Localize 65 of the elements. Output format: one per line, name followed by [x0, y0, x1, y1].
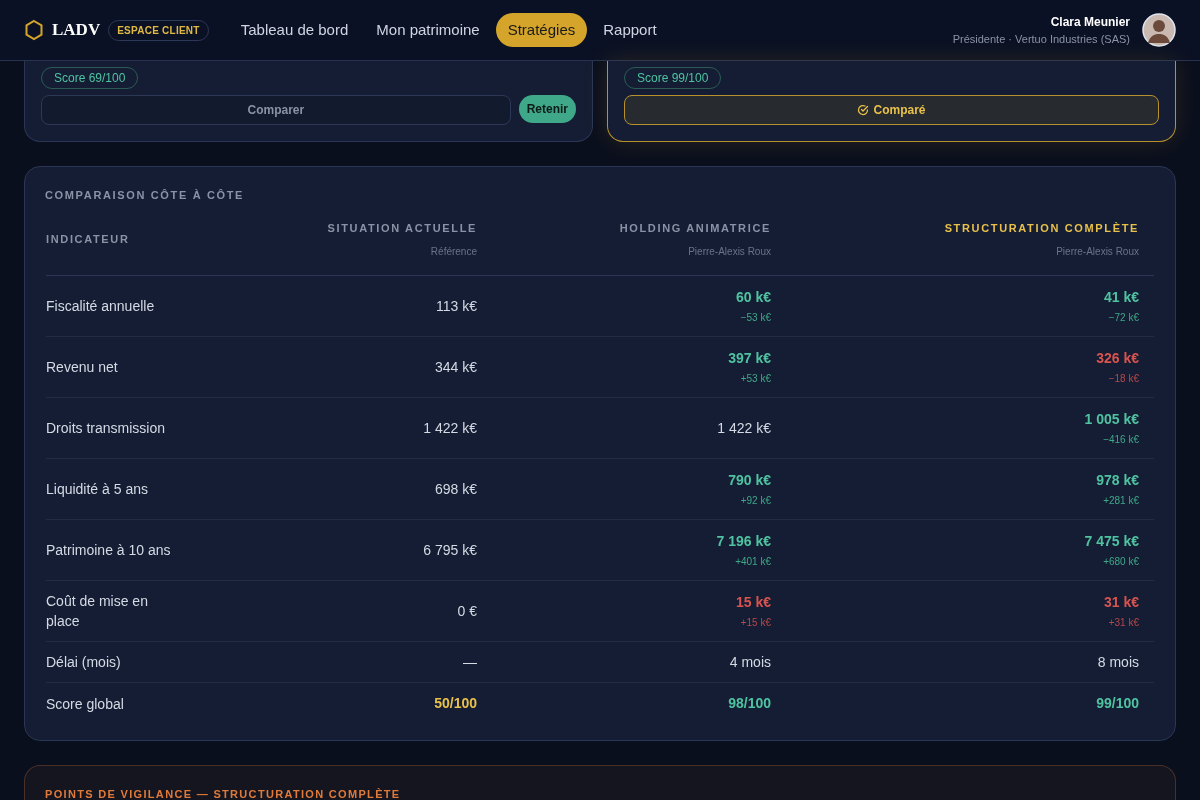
indicator-label: Coût de mise en place: [46, 592, 149, 631]
value-text: 4 mois: [729, 652, 771, 672]
value-text: 7 196 k€: [716, 532, 771, 551]
value-text: 1 005 k€: [1084, 410, 1139, 429]
column-header: STRUCTURATION COMPLÈTE: [944, 220, 1139, 236]
logo-text: LADV: [52, 19, 101, 42]
user-role: Présidente · Vertuo Industries (SAS): [952, 31, 1130, 47]
column-subtitle: Pierre-Alexis Roux: [1056, 245, 1139, 259]
retain-button[interactable]: Retenir: [518, 95, 576, 123]
indicator-label: Revenu net: [46, 358, 119, 377]
value-text: 0 €: [457, 601, 477, 621]
delta-text: +680 k€: [1103, 555, 1139, 569]
indicator-label: Patrimoine à 10 ans: [46, 541, 171, 560]
value-text: —: [463, 652, 477, 672]
value-text: 41 k€: [1103, 288, 1139, 307]
indicator-label: Délai (mois): [46, 653, 122, 672]
delta-text: +53 k€: [740, 372, 771, 386]
delta-text: +92 k€: [740, 494, 771, 508]
compare-button[interactable]: Comparé: [624, 95, 1159, 125]
value-text: 31 k€: [1103, 593, 1139, 612]
column-header: SITUATION ACTUELLE: [327, 220, 477, 236]
delta-text: +281 k€: [1103, 494, 1139, 508]
value-text: 1 422 k€: [717, 418, 771, 438]
value-text: 8 mois: [1097, 652, 1139, 672]
column-subtitle: Pierre-Alexis Roux: [688, 245, 771, 259]
indicator-label: Score global: [46, 694, 125, 714]
nav-tab[interactable]: Rapport: [591, 12, 669, 48]
hexagon-logo-icon: [24, 19, 44, 41]
value-text: 60 k€: [735, 288, 771, 307]
delta-text: −18 k€: [1108, 372, 1139, 386]
indicator-label: Liquidité à 5 ans: [46, 480, 149, 499]
value-text: 698 k€: [434, 479, 477, 499]
value-text: 7 475 k€: [1084, 532, 1139, 551]
value-text: 113 k€: [436, 296, 477, 316]
delta-text: −416 k€: [1103, 433, 1139, 447]
column-subtitle: Référence: [430, 245, 477, 259]
avatar[interactable]: [1142, 13, 1176, 47]
value-text: 6 795 k€: [423, 540, 477, 560]
value-text: 790 k€: [728, 471, 771, 490]
user-name: Clara Meunier: [1050, 13, 1130, 31]
section-title: POINTS DE VIGILANCE — STRUCTURATION COMPLÈTE: [45, 787, 402, 800]
column-header: INDICATEUR: [46, 232, 130, 247]
compare-button[interactable]: Comparer: [41, 95, 511, 125]
value-text: 344 k€: [434, 357, 477, 377]
section-title: COMPARAISON CÔTE À CÔTE: [45, 188, 246, 203]
column-header: HOLDING ANIMATRICE: [619, 220, 771, 236]
nav-tab[interactable]: Stratégies: [495, 12, 588, 48]
delta-text: +31 k€: [1108, 616, 1139, 630]
value-text: 98/100: [728, 694, 771, 713]
value-text: 1 422 k€: [423, 418, 477, 438]
nav-tab[interactable]: Mon patrimoine: [364, 12, 492, 48]
indicator-label: Droits transmission: [46, 419, 167, 438]
delta-text: −53 k€: [740, 311, 771, 325]
value-text: 99/100: [1096, 694, 1139, 713]
value-text: 15 k€: [735, 593, 771, 612]
delta-text: −72 k€: [1108, 311, 1139, 325]
value-text: 50/100: [434, 694, 477, 713]
delta-text: +401 k€: [735, 555, 771, 569]
nav-tab[interactable]: Tableau de bord: [228, 12, 361, 48]
check-circle-icon: [857, 104, 870, 116]
value-text: 978 k€: [1096, 471, 1139, 490]
value-text: 397 k€: [728, 349, 771, 368]
value-text: 326 k€: [1096, 349, 1139, 368]
delta-text: +15 k€: [740, 616, 771, 630]
indicator-label: Fiscalité annuelle: [46, 297, 156, 316]
